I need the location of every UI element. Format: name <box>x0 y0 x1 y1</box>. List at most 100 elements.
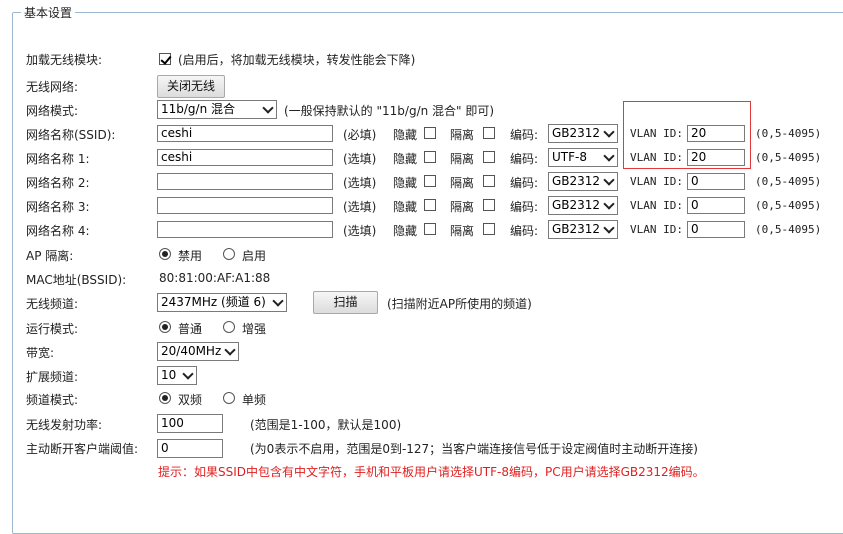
channel-mode-dual-radio[interactable] <box>159 392 171 404</box>
run-mode-enhanced-radio[interactable] <box>223 321 235 333</box>
ap-isolation-disable-label: 禁用 <box>178 249 203 263</box>
isolate-label: 隔离 <box>450 224 475 238</box>
ssid-input[interactable]: ceshi <box>157 125 333 142</box>
ap-isolation-enable-label: 启用 <box>242 249 267 263</box>
bandwidth-value: 20/40MHz <box>161 344 222 358</box>
tx-power-input[interactable]: 100 <box>157 414 223 433</box>
chevron-down-icon <box>603 150 615 162</box>
vlan-range-note: (0,5-4095) <box>755 223 822 236</box>
channel-mode-single-label: 单频 <box>242 393 267 407</box>
hide-label: 隐藏 <box>393 176 418 190</box>
channel-note: (扫描附近AP所使用的频道) <box>387 297 532 311</box>
isolate-checkbox[interactable] <box>483 127 495 139</box>
kick-threshold-note: (为0表示不启用，范围是0到-127；当客户端连接信号低于设定阀值时主动断开连接… <box>250 442 698 456</box>
ssid-input[interactable]: ceshi <box>157 149 333 166</box>
ssid-required-note: (选填) <box>343 152 377 166</box>
channel-mode-dual-label: 双频 <box>178 393 203 407</box>
chevron-down-icon <box>262 102 274 114</box>
load-module-label: 加载无线模块: <box>26 53 103 67</box>
wireless-network-label: 无线网络: <box>26 80 79 94</box>
vlan-input[interactable]: 0 <box>687 173 745 190</box>
encoding-value: UTF-8 <box>552 150 587 164</box>
network-mode-select[interactable]: 11b/g/n 混合 <box>157 100 277 119</box>
encoding-value: GB2312 <box>552 222 601 236</box>
bandwidth-select[interactable]: 20/40MHz <box>157 342 239 361</box>
encoding-label: 编码: <box>510 224 539 238</box>
hide-checkbox[interactable] <box>424 199 436 211</box>
encoding-select[interactable]: GB2312 <box>548 124 618 143</box>
channel-mode-single-radio[interactable] <box>223 392 235 404</box>
isolate-label: 隔离 <box>450 152 475 166</box>
section-title: 基本设置 <box>21 4 76 21</box>
kick-threshold-input[interactable]: 0 <box>157 439 223 458</box>
vlan-label: VLAN ID: <box>630 175 683 188</box>
mac-label: MAC地址(BSSID): <box>26 273 127 287</box>
encoding-value: GB2312 <box>552 174 601 188</box>
chevron-down-icon <box>603 126 615 138</box>
hide-checkbox[interactable] <box>424 127 436 139</box>
ssid-input[interactable] <box>157 221 333 238</box>
ssid-label: 网络名称 4: <box>26 224 90 238</box>
chevron-down-icon <box>224 344 236 356</box>
hide-checkbox[interactable] <box>424 175 436 187</box>
chevron-down-icon <box>603 198 615 210</box>
chevron-down-icon <box>182 368 194 380</box>
ext-channel-select[interactable]: 10 <box>157 366 197 385</box>
chevron-down-icon <box>603 222 615 234</box>
isolate-checkbox[interactable] <box>483 223 495 235</box>
isolate-label: 隔离 <box>450 200 475 214</box>
ssid-input[interactable] <box>157 173 333 190</box>
encoding-select[interactable]: GB2312 <box>548 196 618 215</box>
run-mode-label: 运行模式: <box>26 322 79 336</box>
ssid-input[interactable] <box>157 197 333 214</box>
hide-label: 隐藏 <box>393 200 418 214</box>
ssid-label: 网络名称 3: <box>26 200 90 214</box>
ssid-required-note: (选填) <box>343 200 377 214</box>
encoding-label: 编码: <box>510 176 539 190</box>
disable-wireless-button[interactable]: 关闭无线 <box>157 75 225 98</box>
load-module-note: (启用后，将加载无线模块，转发性能会下降) <box>178 53 416 67</box>
encoding-select[interactable]: UTF-8 <box>548 148 618 167</box>
encoding-label: 编码: <box>510 200 539 214</box>
hide-checkbox[interactable] <box>424 223 436 235</box>
vlan-highlight-box <box>623 101 751 169</box>
chevron-down-icon <box>272 295 284 307</box>
ap-isolation-enable-radio[interactable] <box>223 248 235 260</box>
vlan-range-note: (0,5-4095) <box>755 175 822 188</box>
encoding-select[interactable]: GB2312 <box>548 172 618 191</box>
network-mode-note: (一般保持默认的 "11b/g/n 混合" 即可) <box>284 104 495 118</box>
hide-label: 隐藏 <box>393 152 418 166</box>
isolate-checkbox[interactable] <box>483 175 495 187</box>
run-mode-enhanced-label: 增强 <box>242 322 267 336</box>
scan-button[interactable]: 扫描 <box>313 291 378 314</box>
vlan-input[interactable]: 0 <box>687 221 745 238</box>
vlan-input[interactable]: 0 <box>687 197 745 214</box>
vlan-range-note: (0,5-4095) <box>755 151 822 164</box>
ext-channel-value: 10 <box>161 368 177 382</box>
network-mode-value: 11b/g/n 混合 <box>161 102 236 116</box>
load-module-checkbox[interactable] <box>159 53 171 65</box>
run-mode-normal-label: 普通 <box>178 322 203 336</box>
run-mode-normal-radio[interactable] <box>159 321 171 333</box>
hide-checkbox[interactable] <box>424 151 436 163</box>
ext-channel-label: 扩展频道: <box>26 370 79 384</box>
tx-power-label: 无线发射功率: <box>26 418 103 432</box>
encoding-select[interactable]: GB2312 <box>548 220 618 239</box>
ssid-required-note: (必填) <box>343 128 377 142</box>
kick-threshold-label: 主动断开客户端阈值: <box>26 442 139 456</box>
encoding-label: 编码: <box>510 128 539 142</box>
network-mode-label: 网络模式: <box>26 104 79 118</box>
isolate-label: 隔离 <box>450 176 475 190</box>
ssid-label: 网络名称 2: <box>26 176 90 190</box>
vlan-range-note: (0,5-4095) <box>755 127 822 140</box>
channel-select[interactable]: 2437MHz (频道 6) <box>157 293 287 312</box>
encoding-value: GB2312 <box>552 198 601 212</box>
encoding-label: 编码: <box>510 152 539 166</box>
ap-isolation-label: AP 隔离: <box>26 249 74 263</box>
channel-value: 2437MHz (频道 6) <box>161 295 266 309</box>
isolate-checkbox[interactable] <box>483 151 495 163</box>
isolate-checkbox[interactable] <box>483 199 495 211</box>
vlan-label: VLAN ID: <box>630 223 683 236</box>
ap-isolation-disable-radio[interactable] <box>159 248 171 260</box>
hide-label: 隐藏 <box>393 224 418 238</box>
